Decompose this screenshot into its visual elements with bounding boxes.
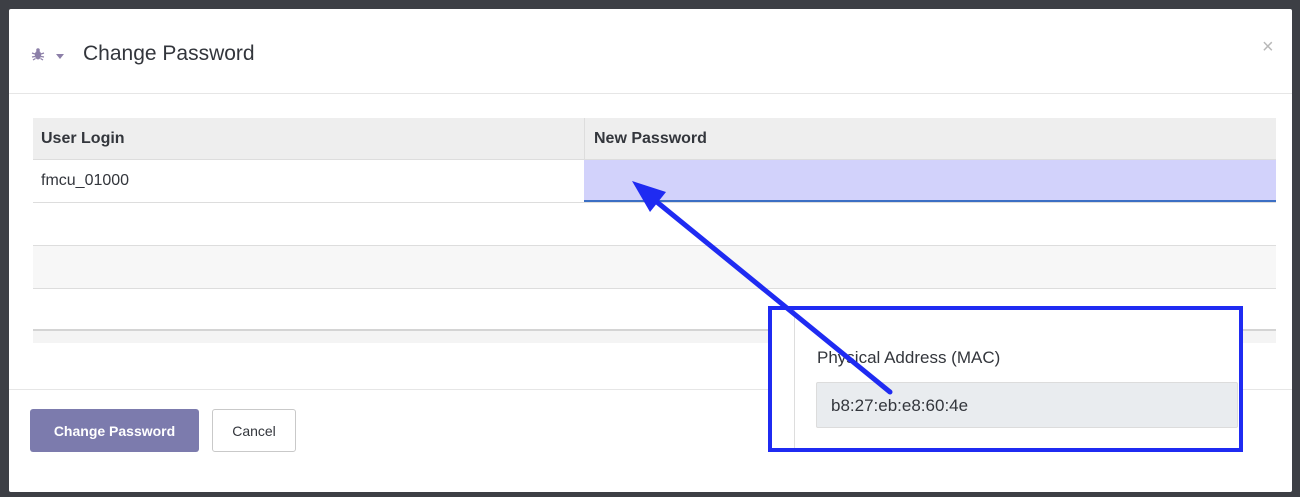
caret-down-icon[interactable] — [56, 54, 64, 59]
dialog-header: Change Password × — [9, 9, 1292, 94]
bug-icon[interactable] — [31, 47, 45, 61]
change-password-button[interactable]: Change Password — [30, 409, 199, 452]
dialog-title: Change Password — [83, 42, 255, 65]
new-password-input[interactable] — [584, 160, 1276, 202]
grid-header: User Login New Password — [33, 118, 1276, 160]
column-header-new-password[interactable]: New Password — [594, 130, 707, 148]
mac-address-callout: Physical Address (MAC) b8:27:eb:e8:60:4e — [768, 306, 1243, 452]
close-icon[interactable]: × — [1262, 37, 1274, 57]
user-login-cell: fmcu_01000 — [41, 172, 130, 189]
empty-row — [33, 203, 1276, 246]
column-divider — [584, 118, 585, 160]
empty-row — [33, 246, 1276, 289]
mac-address-field: b8:27:eb:e8:60:4e — [816, 382, 1238, 428]
column-header-user-login[interactable]: User Login — [41, 130, 125, 148]
mac-address-value: b8:27:eb:e8:60:4e — [831, 396, 969, 415]
table-row[interactable]: fmcu_01000 — [33, 160, 1276, 203]
mac-address-label: Physical Address (MAC) — [817, 348, 1001, 367]
callout-divider — [794, 310, 795, 448]
cancel-button[interactable]: Cancel — [212, 409, 296, 452]
